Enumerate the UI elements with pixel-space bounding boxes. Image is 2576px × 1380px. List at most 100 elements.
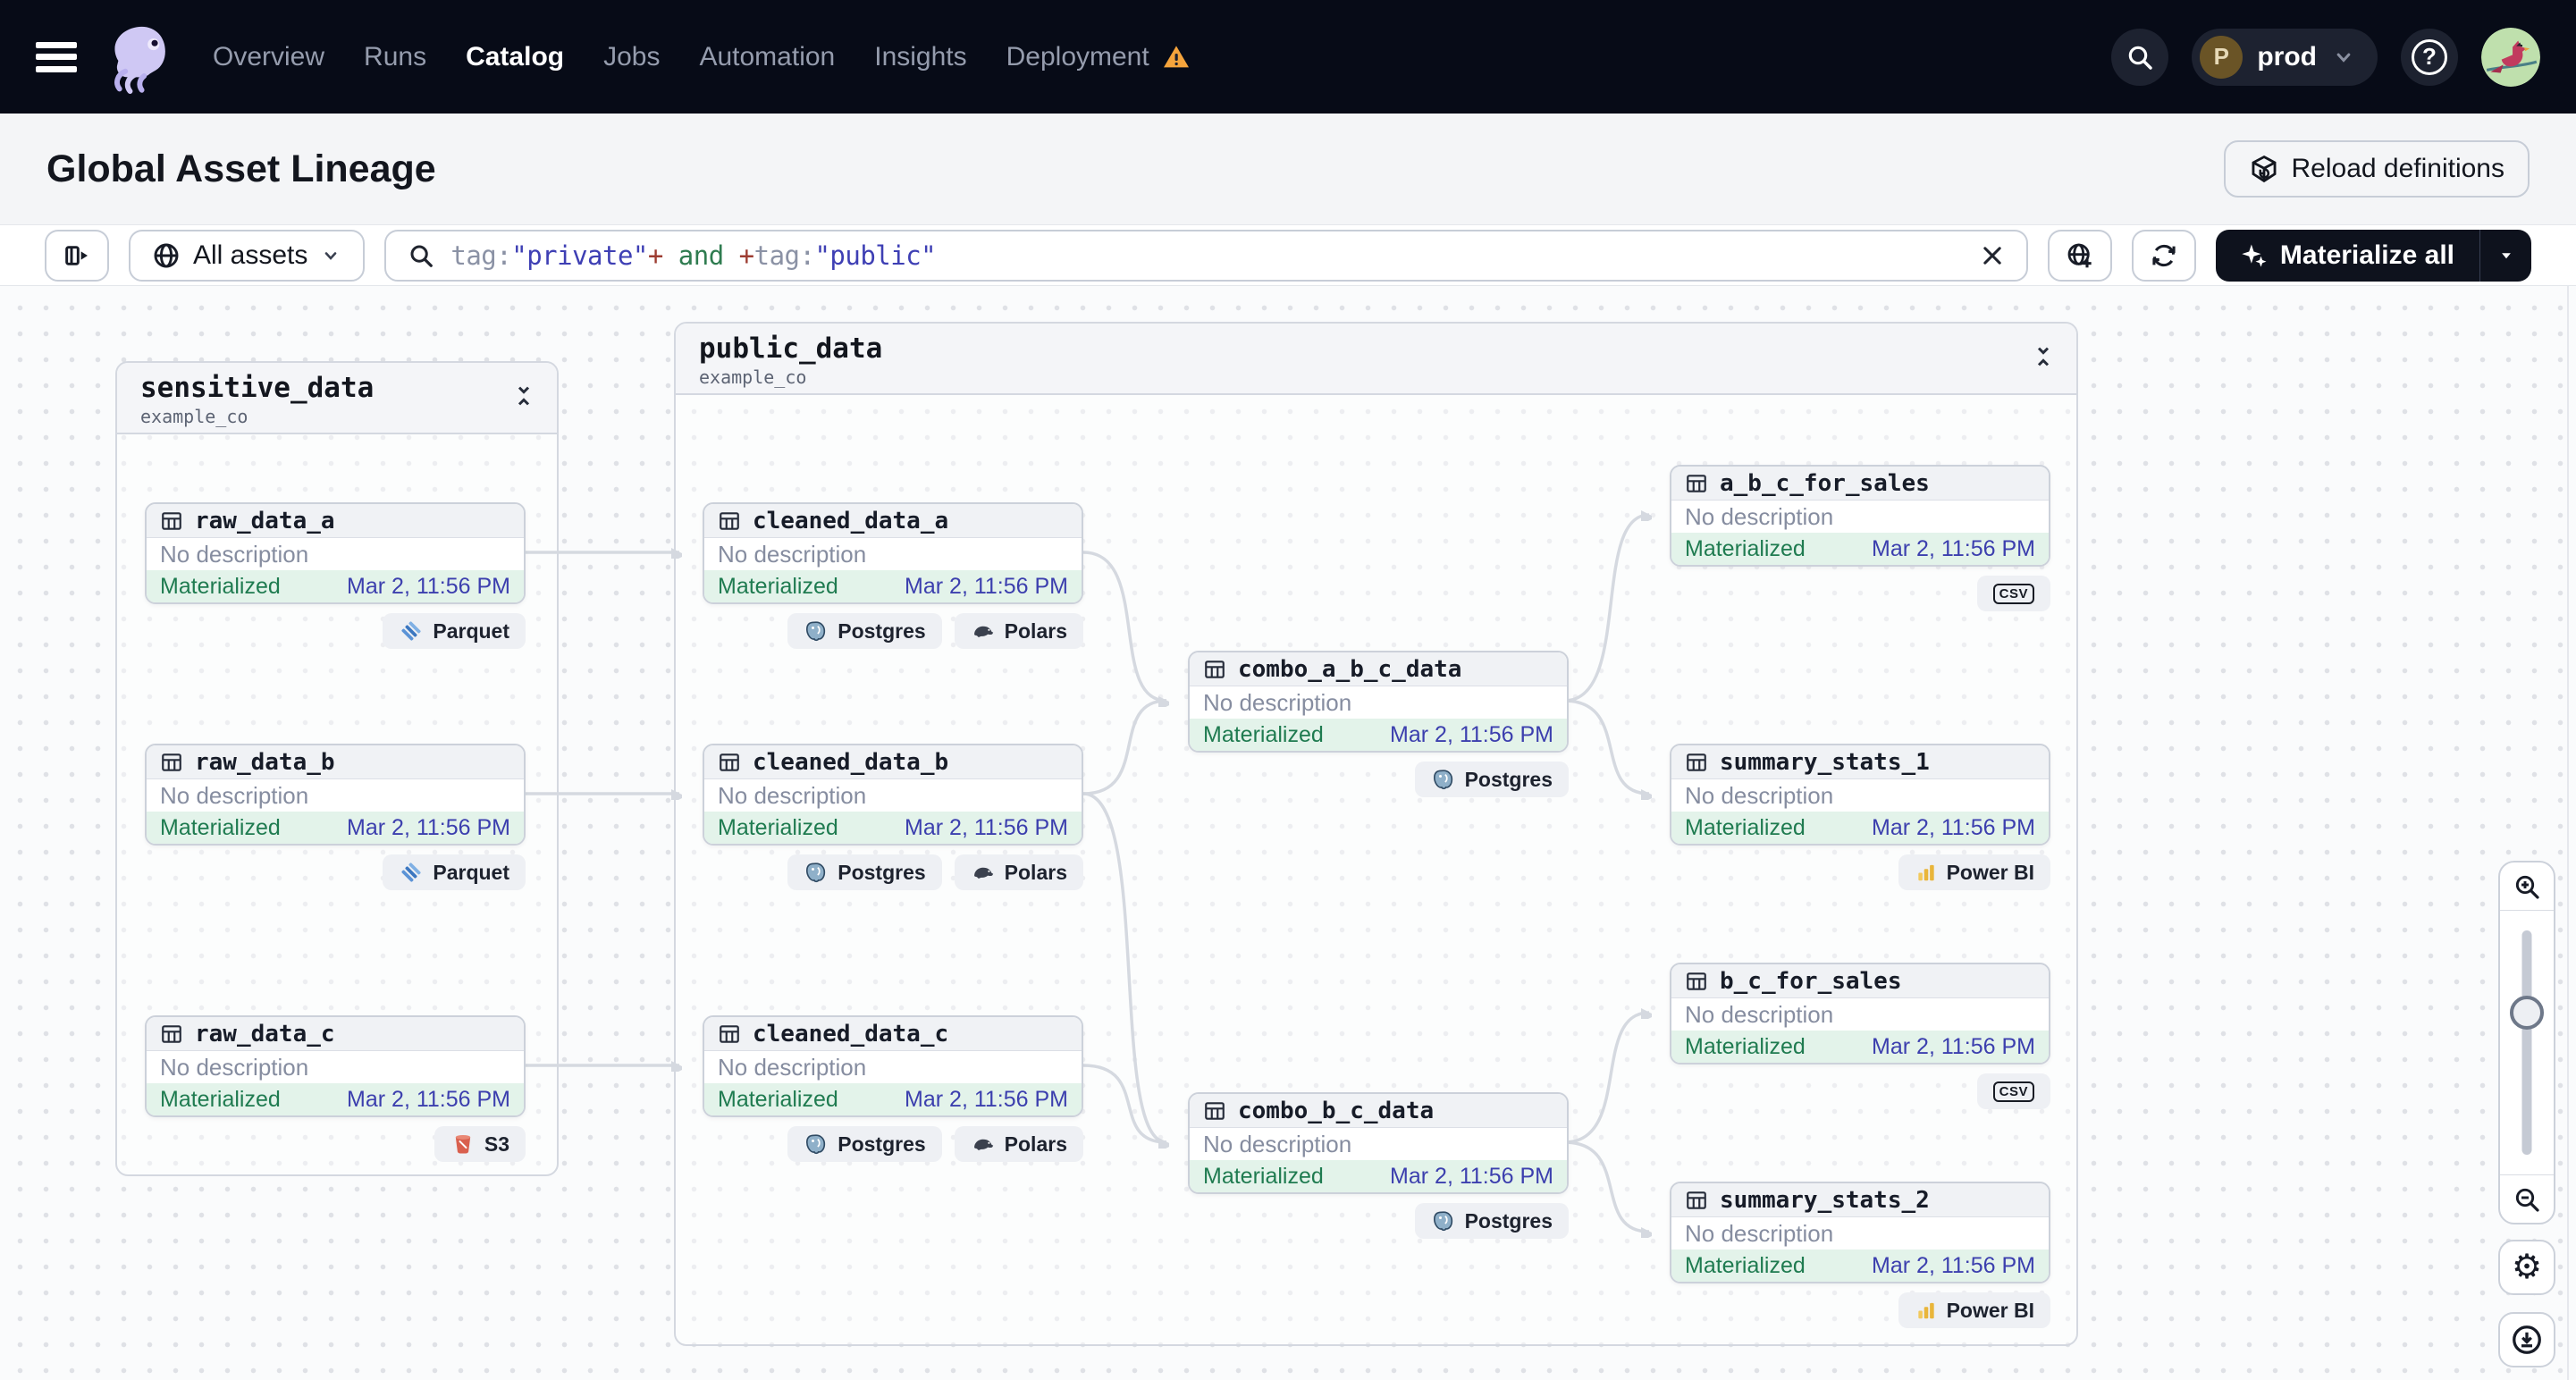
tag-postgres[interactable]: Postgres bbox=[787, 1126, 942, 1162]
materialization-timestamp: Mar 2, 11:56 PM bbox=[347, 814, 510, 840]
asset-node-combo_a_b_c_data[interactable]: combo_a_b_c_data No description Material… bbox=[1188, 651, 1569, 797]
asset-description: No description bbox=[1685, 502, 1834, 530]
asset-node-summary_stats_1[interactable]: summary_stats_1 No description Materiali… bbox=[1670, 744, 2050, 890]
asset-node-combo_b_c_data[interactable]: combo_b_c_data No description Materializ… bbox=[1188, 1092, 1569, 1239]
s3-icon bbox=[450, 1132, 476, 1157]
add-external-assets-button[interactable] bbox=[2047, 229, 2112, 282]
download-icon bbox=[2511, 1324, 2543, 1356]
reload-cube-icon bbox=[2249, 154, 2279, 184]
graph-settings-button[interactable]: ⚙ bbox=[2498, 1240, 2555, 1295]
scrollbar-gutter bbox=[2567, 286, 2569, 1380]
tag-label: Polars bbox=[1004, 1132, 1067, 1156]
tag-polars[interactable]: Polars bbox=[954, 854, 1083, 890]
tag-label: Postgres bbox=[838, 1132, 926, 1156]
tag-postgres[interactable]: Postgres bbox=[787, 613, 942, 649]
nav-item-automation[interactable]: Automation bbox=[699, 42, 835, 72]
dagster-logo[interactable] bbox=[102, 20, 177, 95]
asset-scope-dropdown[interactable]: All assets bbox=[129, 229, 366, 282]
reload-definitions-button[interactable]: Reload definitions bbox=[2223, 140, 2530, 198]
tag-label: Polars bbox=[1004, 618, 1067, 643]
materialize-options-button[interactable] bbox=[2479, 229, 2531, 282]
tag-powerbi[interactable]: Power BI bbox=[1898, 1292, 2050, 1328]
tag-csv[interactable]: CSV bbox=[1976, 1073, 2050, 1109]
group-header-sensitive_data[interactable]: sensitive_data example_co bbox=[117, 363, 557, 434]
asset-node-cleaned_data_c[interactable]: cleaned_data_c No description Materializ… bbox=[703, 1015, 1083, 1162]
reload-definitions-label: Reload definitions bbox=[2291, 154, 2505, 183]
asset-node-raw_data_b[interactable]: raw_data_b No description Materialized Ma… bbox=[145, 744, 526, 890]
lineage-toolbar: All assets tag:"private"+ and +tag:"publ… bbox=[0, 225, 2576, 286]
asset-node-a_b_c_for_sales[interactable]: a_b_c_for_sales No description Materiali… bbox=[1670, 465, 2050, 611]
download-image-button[interactable] bbox=[2498, 1312, 2555, 1367]
materialization-timestamp: Mar 2, 11:56 PM bbox=[905, 573, 1068, 599]
nav-item-insights[interactable]: Insights bbox=[874, 42, 966, 72]
asset-node-b_c_for_sales[interactable]: b_c_for_sales No description Materialize… bbox=[1670, 963, 2050, 1109]
table-icon bbox=[1685, 751, 1708, 774]
group-title: public_data bbox=[699, 332, 883, 365]
materialize-all-button[interactable]: Materialize all bbox=[2216, 230, 2479, 282]
tag-parquet[interactable]: Parquet bbox=[383, 854, 526, 890]
open-side-panel-button[interactable] bbox=[45, 229, 109, 282]
status-badge: Materialized bbox=[718, 573, 838, 599]
zoom-in-icon bbox=[2513, 872, 2541, 901]
nav-item-runs[interactable]: Runs bbox=[364, 42, 426, 72]
tag-postgres[interactable]: Postgres bbox=[787, 854, 942, 890]
group-header-public_data[interactable]: public_data example_co bbox=[676, 324, 2076, 395]
materialization-timestamp: Mar 2, 11:56 PM bbox=[905, 1086, 1068, 1112]
tag-polars[interactable]: Polars bbox=[954, 1126, 1083, 1162]
nav-item-jobs[interactable]: Jobs bbox=[603, 42, 660, 72]
tag-s3[interactable]: S3 bbox=[434, 1126, 526, 1162]
zoom-out-button[interactable] bbox=[2500, 1174, 2554, 1223]
nav-item-catalog[interactable]: Catalog bbox=[466, 42, 564, 72]
status-badge: Materialized bbox=[718, 814, 838, 840]
asset-node-cleaned_data_b[interactable]: cleaned_data_b No description Materializ… bbox=[703, 744, 1083, 890]
clear-filter-icon[interactable] bbox=[1980, 243, 2005, 268]
asset-name: a_b_c_for_sales bbox=[1720, 469, 1930, 497]
tag-postgres[interactable]: Postgres bbox=[1414, 1203, 1569, 1239]
asset-node-summary_stats_2[interactable]: summary_stats_2 No description Materiali… bbox=[1670, 1182, 2050, 1328]
lineage-graph-canvas[interactable]: sensitive_data example_co public_data ex… bbox=[0, 286, 2576, 1380]
asset-node-raw_data_c[interactable]: raw_data_c No description Materialized Ma… bbox=[145, 1015, 526, 1162]
environment-name: prod bbox=[2257, 41, 2317, 72]
zoom-slider[interactable] bbox=[2500, 911, 2554, 1174]
asset-filter-input[interactable]: tag:"private"+ and +tag:"public" bbox=[384, 229, 2028, 282]
collapse-group-icon[interactable] bbox=[2030, 343, 2057, 370]
asset-node-cleaned_data_a[interactable]: cleaned_data_a No description Materializ… bbox=[703, 502, 1083, 649]
tag-postgres[interactable]: Postgres bbox=[1414, 762, 1569, 797]
tag-label: Postgres bbox=[1464, 767, 1553, 791]
table-icon bbox=[718, 751, 741, 774]
panel-expand-icon bbox=[63, 241, 91, 270]
nav-item-deployment[interactable]: Deployment bbox=[1006, 42, 1191, 72]
hamburger-menu-icon[interactable] bbox=[36, 41, 77, 72]
collapse-group-icon[interactable] bbox=[510, 383, 537, 409]
refresh-graph-button[interactable] bbox=[2131, 229, 2196, 282]
asset-description: No description bbox=[1203, 688, 1352, 716]
status-badge: Materialized bbox=[1685, 535, 1806, 561]
tag-label: Postgres bbox=[838, 618, 926, 643]
table-icon bbox=[1685, 472, 1708, 495]
zoom-in-button[interactable] bbox=[2500, 862, 2554, 911]
asset-node-raw_data_a[interactable]: raw_data_a No description Materialized Ma… bbox=[145, 502, 526, 649]
asset-scope-label: All assets bbox=[193, 240, 308, 270]
materialize-all-label: Materialize all bbox=[2279, 240, 2454, 270]
tag-polars[interactable]: Polars bbox=[954, 613, 1083, 649]
powerbi-icon bbox=[1915, 1299, 1938, 1322]
nav-item-overview[interactable]: Overview bbox=[213, 42, 324, 72]
tag-powerbi[interactable]: Power BI bbox=[1898, 854, 2050, 890]
caret-down-icon bbox=[2495, 244, 2518, 267]
postgres-icon bbox=[804, 860, 829, 885]
user-avatar[interactable] bbox=[2481, 27, 2540, 87]
zoom-slider-handle[interactable] bbox=[2510, 996, 2544, 1030]
zoom-slider-track[interactable] bbox=[2521, 930, 2532, 1155]
sparkle-icon bbox=[2241, 242, 2268, 269]
tag-parquet[interactable]: Parquet bbox=[383, 613, 526, 649]
table-icon bbox=[1203, 658, 1226, 681]
materialization-timestamp: Mar 2, 11:56 PM bbox=[1872, 1033, 2035, 1059]
asset-description: No description bbox=[160, 781, 309, 809]
environment-avatar: P bbox=[2200, 35, 2243, 79]
materialization-timestamp: Mar 2, 11:56 PM bbox=[347, 573, 510, 599]
status-badge: Materialized bbox=[160, 573, 281, 599]
global-search-button[interactable] bbox=[2111, 28, 2169, 86]
environment-switcher[interactable]: P prod bbox=[2192, 28, 2378, 86]
help-button[interactable]: ? bbox=[2401, 28, 2458, 86]
tag-csv[interactable]: CSV bbox=[1976, 576, 2050, 611]
